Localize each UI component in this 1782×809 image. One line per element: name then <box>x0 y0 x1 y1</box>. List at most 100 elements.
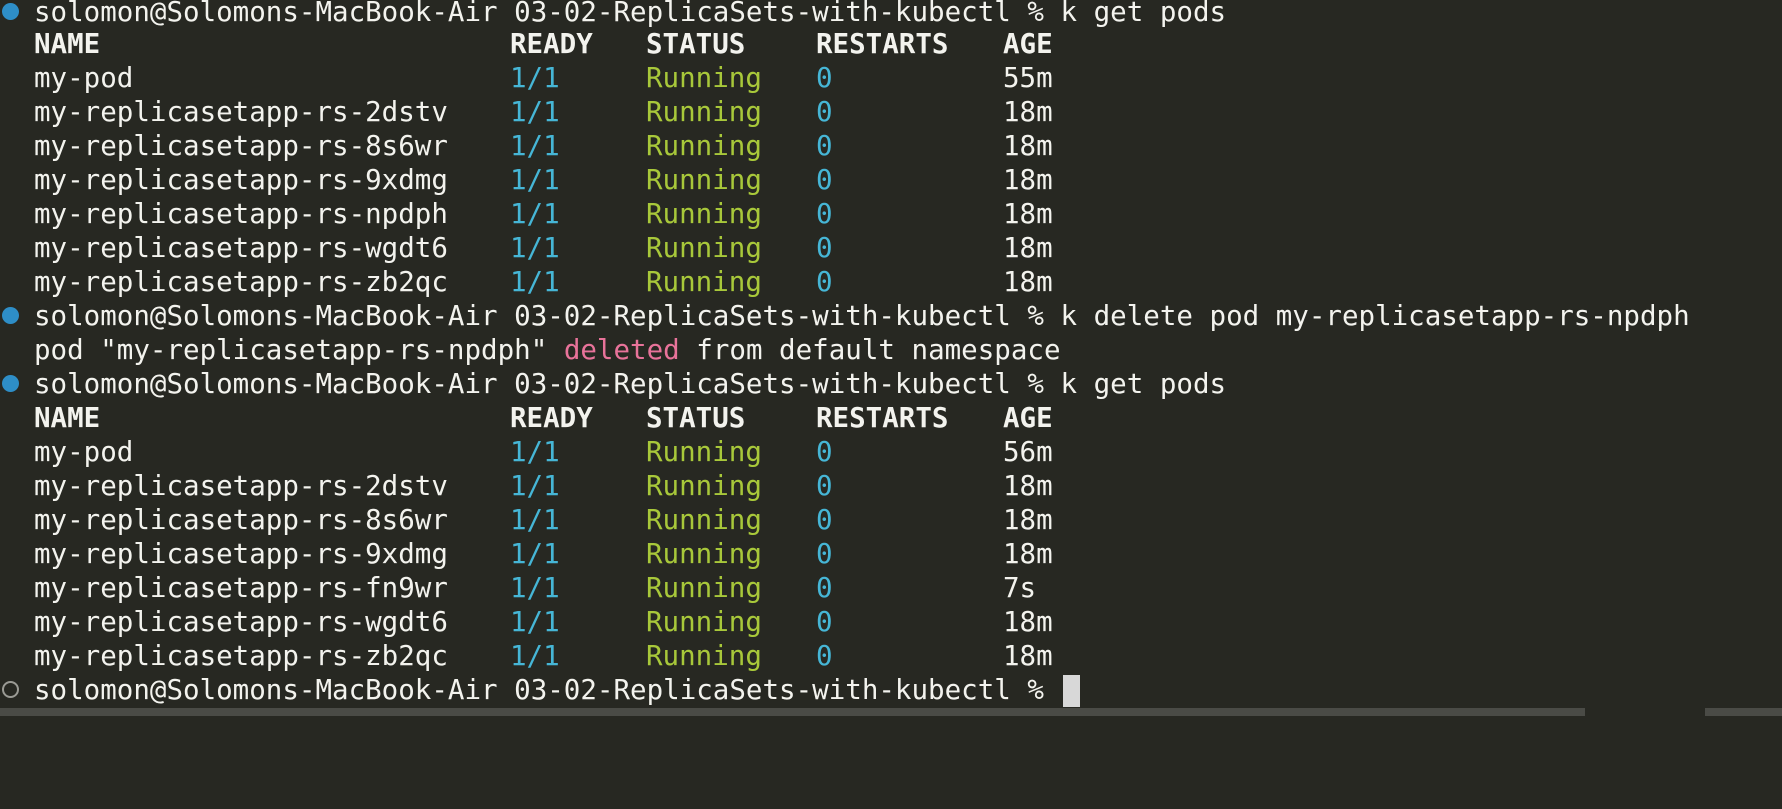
pod-name-cell: my-replicasetapp-rs-zb2qc <box>34 266 448 298</box>
restarts-cell: 0 <box>816 538 833 570</box>
command-line: solomon@Solomons-MacBook-Air 03-02-Repli… <box>0 367 1782 401</box>
table-header: NAME READY STATUS RESTARTS AGE <box>0 27 1782 61</box>
restarts-cell: 0 <box>816 266 833 298</box>
age-cell: 18m <box>1003 470 1053 502</box>
age-cell: 18m <box>1003 504 1053 536</box>
status-cell: Running <box>646 504 762 536</box>
table-row: my-replicasetapp-rs-zb2qc 1/1 Running 0 18m <box>0 639 1782 673</box>
pod-name-cell: my-replicasetapp-rs-2dstv <box>34 470 448 502</box>
restarts-cell: 0 <box>816 164 833 196</box>
ready-cell: 1/1 <box>510 198 560 230</box>
active-prompt-line[interactable]: solomon@Solomons-MacBook-Air 03-02-Repli… <box>0 673 1782 707</box>
pod-name-cell: my-replicasetapp-rs-8s6wr <box>34 504 448 536</box>
output-text: from default namespace <box>679 334 1061 366</box>
pod-name-cell: my-replicasetapp-rs-wgdt6 <box>34 232 448 264</box>
pod-name-cell: my-replicasetapp-rs-npdph <box>34 198 448 230</box>
pod-name-cell: my-replicasetapp-rs-zb2qc <box>34 640 448 672</box>
age-cell: 55m <box>1003 62 1053 94</box>
restarts-cell: 0 <box>816 96 833 128</box>
command-status-dot-icon <box>2 3 19 20</box>
restarts-cell: 0 <box>816 504 833 536</box>
command-text: k delete pod my-replicasetapp-rs-npdph <box>1060 300 1690 332</box>
age-cell: 18m <box>1003 232 1053 264</box>
status-cell: Running <box>646 232 762 264</box>
restarts-cell: 0 <box>816 62 833 94</box>
table-row: my-replicasetapp-rs-2dstv 1/1 Running 0 18m <box>0 95 1782 129</box>
status-cell: Running <box>646 470 762 502</box>
status-cell: Running <box>646 198 762 230</box>
prompt-text: solomon@Solomons-MacBook-Air 03-02-Repli… <box>34 300 1061 332</box>
command-line: solomon@Solomons-MacBook-Air 03-02-Repli… <box>0 0 1782 29</box>
ready-cell: 1/1 <box>510 572 560 604</box>
ready-cell: 1/1 <box>510 470 560 502</box>
table-row: my-replicasetapp-rs-fn9wr 1/1 Running 0 7s <box>0 571 1782 605</box>
table-row: my-replicasetapp-rs-wgdt6 1/1 Running 0 18m <box>0 605 1782 639</box>
status-cell: Running <box>646 606 762 638</box>
ready-cell: 1/1 <box>510 62 560 94</box>
restarts-cell: 0 <box>816 606 833 638</box>
age-cell: 18m <box>1003 96 1053 128</box>
prompt-text: solomon@Solomons-MacBook-Air 03-02-Repli… <box>34 0 1061 28</box>
table-row: my-replicasetapp-rs-8s6wr 1/1 Running 0 18m <box>0 129 1782 163</box>
ready-cell: 1/1 <box>510 436 560 468</box>
command-text: k get pods <box>1060 0 1227 28</box>
restarts-cell: 0 <box>816 130 833 162</box>
ready-cell: 1/1 <box>510 130 560 162</box>
col-name-header: NAME <box>34 28 101 60</box>
status-cell: Running <box>646 572 762 604</box>
table-row: my-replicasetapp-rs-zb2qc 1/1 Running 0 18m <box>0 265 1782 299</box>
command-status-dot-icon <box>2 375 19 392</box>
age-cell: 7s <box>1003 572 1037 604</box>
pod-name-cell: my-replicasetapp-rs-fn9wr <box>34 572 448 604</box>
command-line: solomon@Solomons-MacBook-Air 03-02-Repli… <box>0 299 1782 333</box>
table-row: my-replicasetapp-rs-2dstv 1/1 Running 0 18m <box>0 469 1782 503</box>
table-row: my-replicasetapp-rs-8s6wr 1/1 Running 0 18m <box>0 503 1782 537</box>
status-cell: Running <box>646 130 762 162</box>
col-age-header: AGE <box>1003 28 1053 60</box>
status-cell: Running <box>646 538 762 570</box>
status-cell: Running <box>646 266 762 298</box>
command-text: k get pods <box>1060 368 1227 400</box>
pod-name-cell: my-replicasetapp-rs-2dstv <box>34 96 448 128</box>
ready-cell: 1/1 <box>510 232 560 264</box>
table-row: my-replicasetapp-rs-9xdmg 1/1 Running 0 18m <box>0 163 1782 197</box>
ready-cell: 1/1 <box>510 266 560 298</box>
table-header: NAME READY STATUS RESTARTS AGE <box>0 401 1782 435</box>
status-cell: Running <box>646 62 762 94</box>
pod-name-cell: my-pod <box>34 62 134 94</box>
bottom-scrollbar[interactable] <box>0 708 1782 716</box>
prompt-text: solomon@Solomons-MacBook-Air 03-02-Repli… <box>34 674 1061 706</box>
text-cursor[interactable] <box>1062 675 1080 707</box>
age-cell: 18m <box>1003 606 1053 638</box>
ready-cell: 1/1 <box>510 504 560 536</box>
status-cell: Running <box>646 96 762 128</box>
age-cell: 18m <box>1003 130 1053 162</box>
col-restarts-header: RESTARTS <box>816 28 949 60</box>
status-cell: Running <box>646 164 762 196</box>
ready-cell: 1/1 <box>510 538 560 570</box>
age-cell: 18m <box>1003 266 1053 298</box>
pod-name-cell: my-pod <box>34 436 134 468</box>
output-text: pod "my-replicasetapp-rs-npdph" <box>34 334 564 366</box>
restarts-cell: 0 <box>816 470 833 502</box>
scrollbar-gap <box>1585 708 1705 716</box>
restarts-cell: 0 <box>816 232 833 264</box>
table-row: my-pod 1/1 Running 0 56m <box>0 435 1782 469</box>
command-status-dot-icon <box>2 307 19 324</box>
table-row: my-pod 1/1 Running 0 55m <box>0 61 1782 95</box>
status-cell: Running <box>646 640 762 672</box>
terminal-window[interactable]: solomon@Solomons-MacBook-Air 03-02-Repli… <box>0 0 1782 716</box>
ready-cell: 1/1 <box>510 96 560 128</box>
table-row: my-replicasetapp-rs-npdph 1/1 Running 0 18m <box>0 197 1782 231</box>
status-cell: Running <box>646 436 762 468</box>
age-cell: 18m <box>1003 198 1053 230</box>
pod-name-cell: my-replicasetapp-rs-9xdmg <box>34 164 448 196</box>
col-age-header: AGE <box>1003 402 1053 434</box>
ready-cell: 1/1 <box>510 606 560 638</box>
pod-name-cell: my-replicasetapp-rs-9xdmg <box>34 538 448 570</box>
restarts-cell: 0 <box>816 572 833 604</box>
table-row: my-replicasetapp-rs-9xdmg 1/1 Running 0 18m <box>0 537 1782 571</box>
pod-name-cell: my-replicasetapp-rs-wgdt6 <box>34 606 448 638</box>
ready-cell: 1/1 <box>510 640 560 672</box>
pod-name-cell: my-replicasetapp-rs-8s6wr <box>34 130 448 162</box>
